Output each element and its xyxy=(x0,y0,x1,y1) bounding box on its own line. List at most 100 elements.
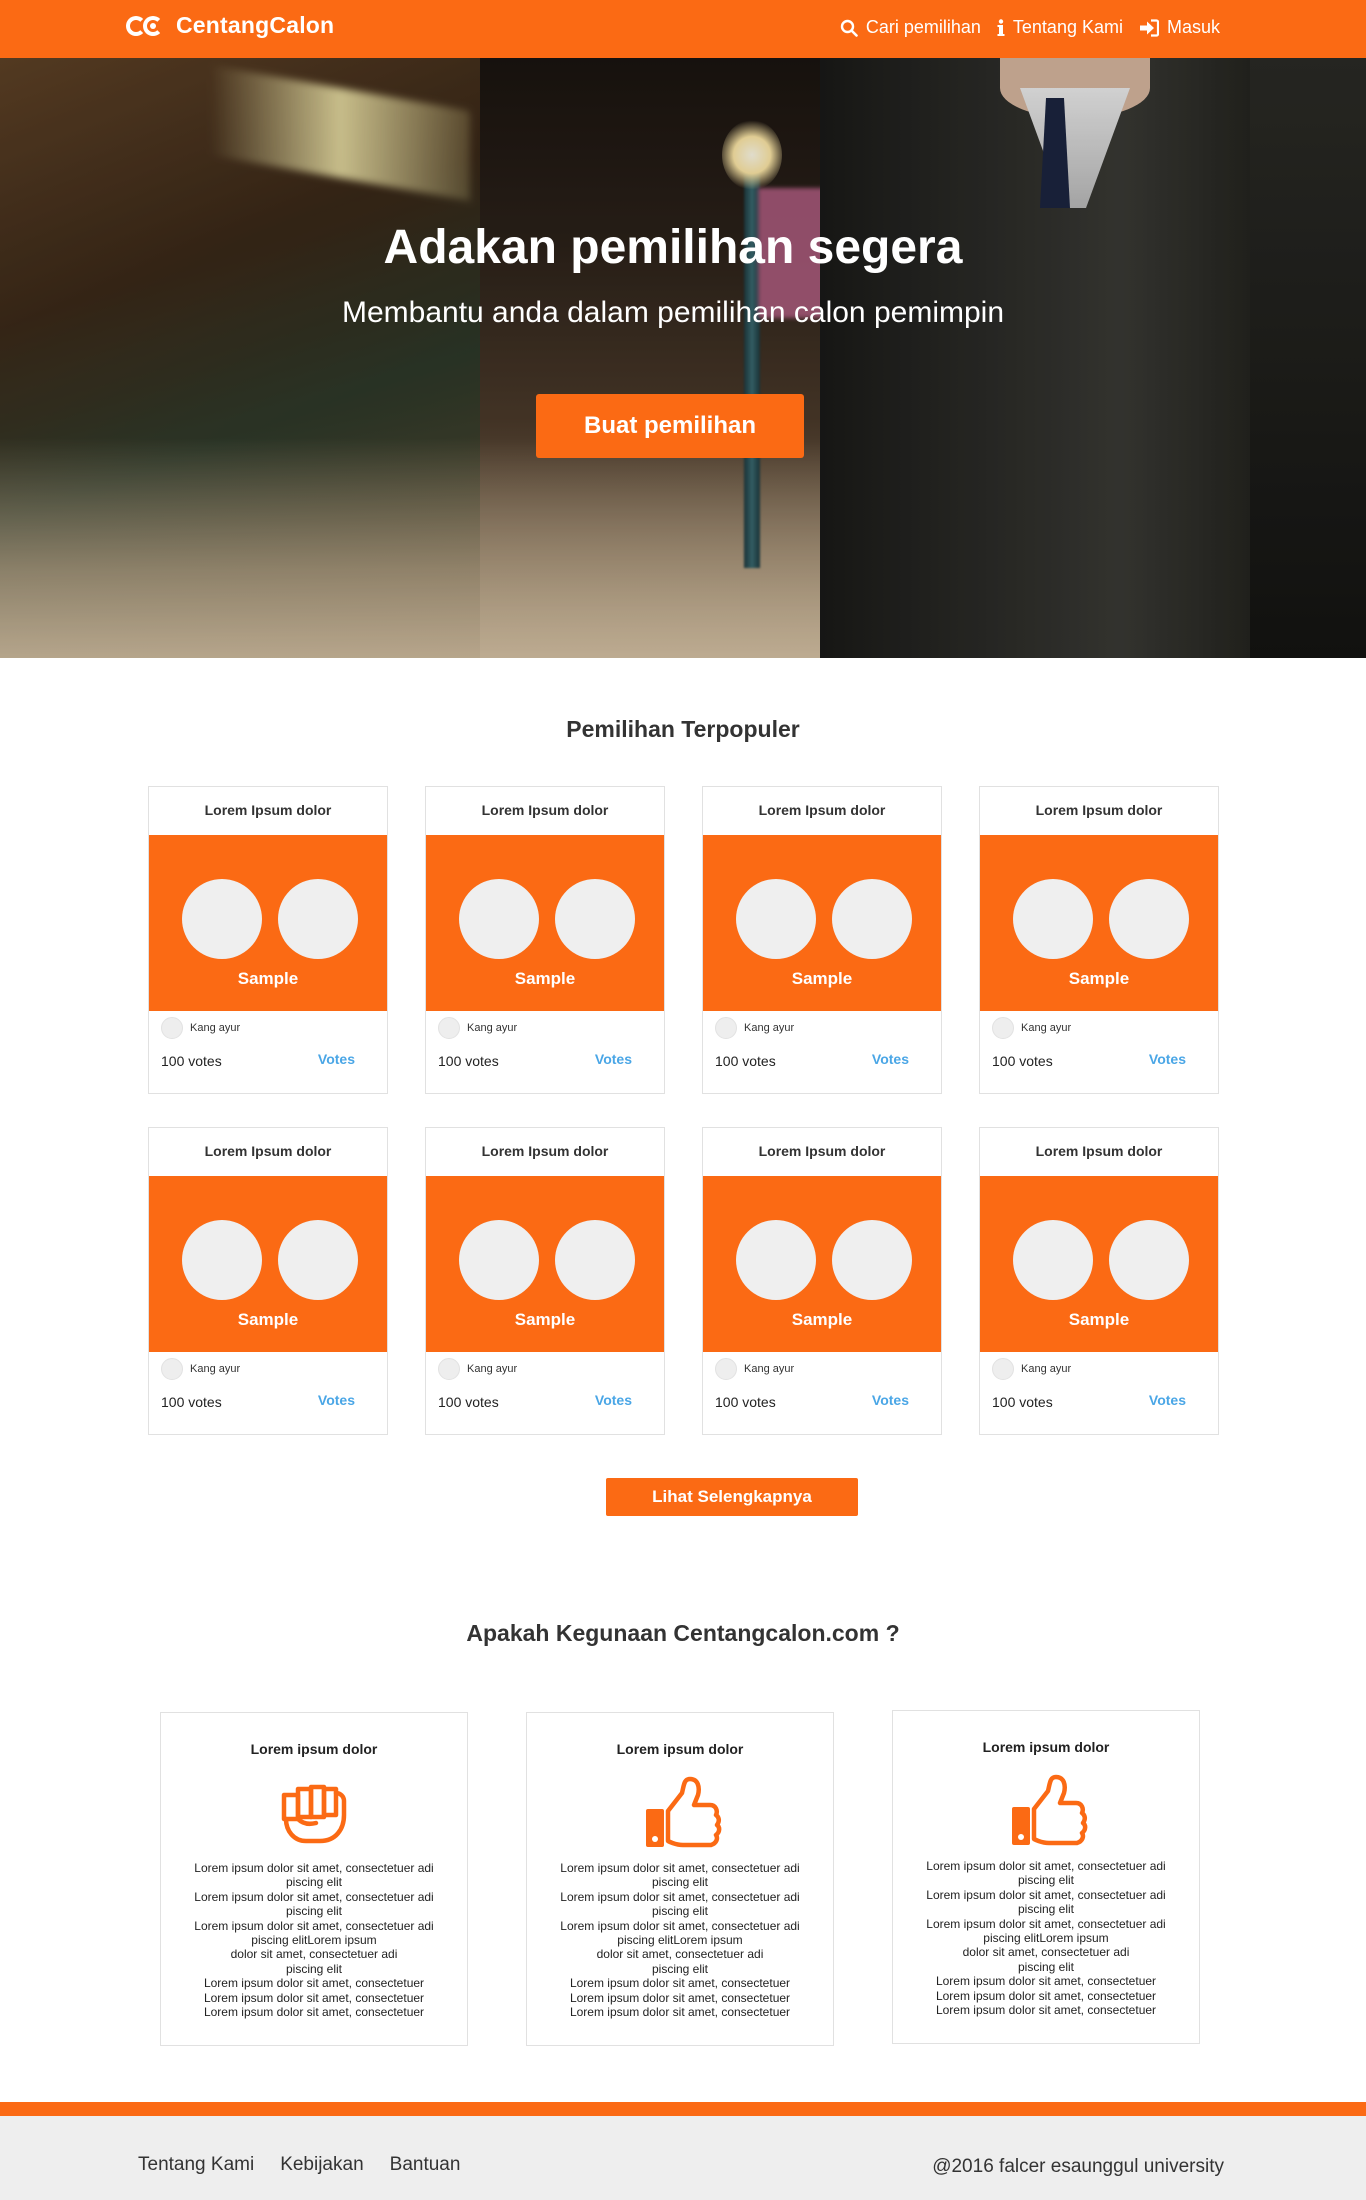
nav-link-about[interactable]: Tentang Kami xyxy=(997,17,1123,38)
poll-image: Sample xyxy=(980,835,1218,1011)
feature-title: Lorem ipsum dolor xyxy=(982,1739,1110,1755)
poll-card[interactable]: Lorem Ipsum dolor Sample Kang ayur 100 v… xyxy=(979,1127,1219,1435)
poll-author: Kang ayur xyxy=(992,1358,1071,1380)
hero-subtitle: Membantu anda dalam pemilihan calon pemi… xyxy=(341,296,1005,329)
vote-count: 100 votes xyxy=(161,1053,222,1069)
poll-title: Lorem Ipsum dolor xyxy=(758,1143,886,1159)
feature-text: Lorem ipsum dolor sit amet, consectetuer… xyxy=(560,1861,800,2020)
vote-link[interactable]: Votes xyxy=(1149,1051,1186,1067)
vote-link[interactable]: Votes xyxy=(318,1051,355,1067)
avatar xyxy=(438,1358,460,1380)
poll-author: Kang ayur xyxy=(715,1358,794,1380)
poll-sample-label: Sample xyxy=(237,1310,299,1329)
vote-count: 100 votes xyxy=(992,1053,1053,1069)
poll-card[interactable]: Lorem Ipsum dolor Sample Kang ayur 100 v… xyxy=(425,1127,665,1435)
feature-text: Lorem ipsum dolor sit amet, consectetuer… xyxy=(194,1861,434,2020)
author-name: Kang ayur xyxy=(1021,1022,1072,1034)
nav-link-search[interactable]: Cari pemilihan xyxy=(840,17,981,38)
poll-title: Lorem Ipsum dolor xyxy=(758,802,886,818)
features-heading: Apakah Kegunaan Centangcalon.com ? xyxy=(466,1620,900,1646)
feature-card: Lorem ipsum dolor Lorem ipsum dolor sit … xyxy=(892,1710,1200,2044)
copyright: @2016 falcer esaunggul university xyxy=(932,2156,1224,2177)
candidate-photo xyxy=(555,879,635,959)
poll-author: Kang ayur xyxy=(438,1017,517,1039)
poll-title: Lorem Ipsum dolor xyxy=(481,802,609,818)
vote-link[interactable]: Votes xyxy=(1149,1392,1186,1408)
candidate-photo xyxy=(278,879,358,959)
poll-card[interactable]: Lorem Ipsum dolor Sample Kang ayur 100 v… xyxy=(702,786,942,1094)
candidate-photo xyxy=(459,1220,539,1300)
poll-image: Sample xyxy=(980,1176,1218,1352)
popular-heading: Pemilihan Terpopuler xyxy=(566,716,800,742)
poll-author: Kang ayur xyxy=(438,1358,517,1380)
poll-sample-label: Sample xyxy=(791,969,853,988)
poll-card[interactable]: Lorem Ipsum dolor Sample Kang ayur 100 v… xyxy=(702,1127,942,1435)
brand-name: CentangCalon xyxy=(176,12,335,38)
candidate-photo xyxy=(555,1220,635,1300)
footer-link-about[interactable]: Tentang Kami xyxy=(138,2154,254,2176)
candidate-photo xyxy=(182,879,262,959)
poll-sample-label: Sample xyxy=(1068,1310,1130,1329)
candidate-photo xyxy=(736,879,816,959)
poll-card[interactable]: Lorem Ipsum dolor Sample Kang ayur 100 v… xyxy=(425,786,665,1094)
poll-title: Lorem Ipsum dolor xyxy=(1035,1143,1163,1159)
vote-link[interactable]: Votes xyxy=(872,1392,909,1408)
candidate-photo xyxy=(1013,1220,1093,1300)
poll-sample-label: Sample xyxy=(514,969,576,988)
poll-author: Kang ayur xyxy=(161,1017,240,1039)
poll-image: Sample xyxy=(149,1176,387,1352)
feature-text: Lorem ipsum dolor sit amet, consectetuer… xyxy=(926,1859,1166,2018)
poll-sample-label: Sample xyxy=(1068,969,1130,988)
author-name: Kang ayur xyxy=(744,1363,795,1375)
candidate-photo xyxy=(1013,879,1093,959)
poll-author: Kang ayur xyxy=(715,1017,794,1039)
vote-count: 100 votes xyxy=(161,1394,222,1410)
thumbs-up-icon xyxy=(1006,1771,1088,1853)
candidate-photo xyxy=(736,1220,816,1300)
nav-link-label: Tentang Kami xyxy=(1012,17,1123,37)
poll-image: Sample xyxy=(703,835,941,1011)
footer-accent-bar xyxy=(0,2102,1366,2116)
feature-card: Lorem ipsum dolor Lorem ipsum dolor sit … xyxy=(526,1712,834,2046)
nav-links: Cari pemilihan Tentang Kami Masuk xyxy=(840,17,1220,38)
brand-logo-icon xyxy=(126,13,166,39)
candidate-photo xyxy=(182,1220,262,1300)
footer-link-help[interactable]: Bantuan xyxy=(390,2154,461,2176)
vote-link[interactable]: Votes xyxy=(595,1051,632,1067)
avatar xyxy=(715,1017,737,1039)
poll-card[interactable]: Lorem Ipsum dolor Sample Kang ayur 100 v… xyxy=(148,1127,388,1435)
vote-link[interactable]: Votes xyxy=(595,1392,632,1408)
search-icon xyxy=(840,19,858,37)
avatar xyxy=(992,1017,1014,1039)
poll-title: Lorem Ipsum dolor xyxy=(204,1143,332,1159)
see-more-button[interactable]: Lihat Selengkapnya xyxy=(606,1478,858,1516)
thumbs-up-icon xyxy=(640,1773,722,1855)
author-name: Kang ayur xyxy=(190,1022,241,1034)
author-name: Kang ayur xyxy=(744,1022,795,1034)
footer-links: Tentang Kami Kebijakan Bantuan xyxy=(138,2154,460,2176)
poll-author: Kang ayur xyxy=(992,1017,1071,1039)
poll-title: Lorem Ipsum dolor xyxy=(1035,802,1163,818)
poll-sample-label: Sample xyxy=(237,969,299,988)
feature-card: Lorem ipsum dolor Lorem ipsum dolor sit … xyxy=(160,1712,468,2046)
poll-author: Kang ayur xyxy=(161,1358,240,1380)
create-poll-button[interactable]: Buat pemilihan xyxy=(536,394,804,458)
vote-link[interactable]: Votes xyxy=(318,1392,355,1408)
avatar xyxy=(161,1017,183,1039)
candidate-photo xyxy=(1109,879,1189,959)
candidate-photo xyxy=(1109,1220,1189,1300)
poll-card[interactable]: Lorem Ipsum dolor Sample Kang ayur 100 v… xyxy=(148,786,388,1094)
poll-card[interactable]: Lorem Ipsum dolor Sample Kang ayur 100 v… xyxy=(979,786,1219,1094)
brand[interactable]: CentangCalon xyxy=(126,12,334,39)
avatar xyxy=(438,1017,460,1039)
author-name: Kang ayur xyxy=(190,1363,241,1375)
hero-title: Adakan pemilihan segera xyxy=(383,221,963,274)
vote-link[interactable]: Votes xyxy=(872,1051,909,1067)
footer-link-policy[interactable]: Kebijakan xyxy=(280,2154,363,2176)
vote-count: 100 votes xyxy=(715,1394,776,1410)
avatar xyxy=(992,1358,1014,1380)
nav-link-label: Cari pemilihan xyxy=(865,17,981,37)
nav-link-login[interactable]: Masuk xyxy=(1139,17,1220,38)
candidate-photo xyxy=(832,1220,912,1300)
poll-image: Sample xyxy=(149,835,387,1011)
